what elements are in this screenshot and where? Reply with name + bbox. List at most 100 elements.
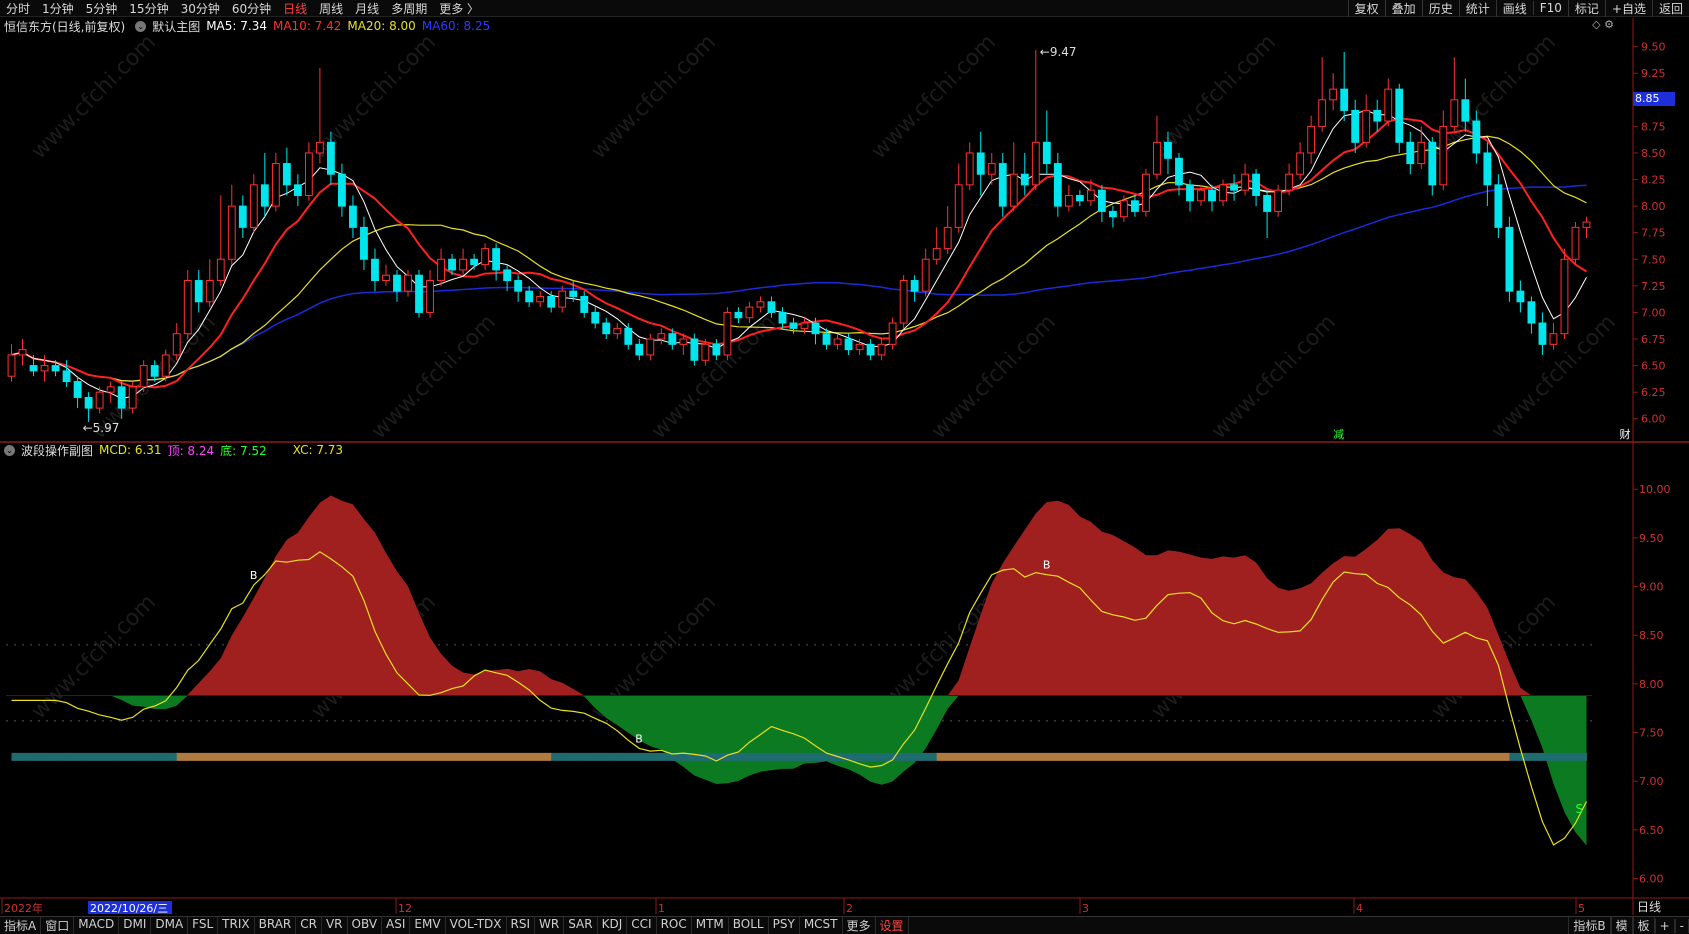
trend-bar-segment	[639, 752, 651, 761]
candle-body	[349, 205, 357, 228]
indicator-tab-7[interactable]: BRAR	[255, 917, 297, 934]
chart-canvas[interactable]: www.cfchi.com www.cfchi.com www.cfchi.com w…	[0, 0, 1689, 933]
right-tab-1[interactable]: 模	[1610, 917, 1633, 934]
candle-body	[1274, 189, 1283, 212]
axis-tick-label: 9.50	[1641, 41, 1666, 54]
right-tab-0[interactable]: 指标B	[1568, 917, 1611, 934]
axis-tick-label: 7.50	[1639, 727, 1664, 740]
indicator-tab-9[interactable]: VR	[322, 917, 348, 934]
indicator-tab-11[interactable]: ASI	[382, 917, 411, 934]
candle-body	[315, 141, 324, 154]
axis-tick-label: 7.00	[1639, 775, 1664, 788]
trend-bar-segment	[1212, 752, 1224, 761]
right-tab-2[interactable]: 板	[1632, 917, 1655, 934]
candle-body	[84, 396, 93, 409]
indicator-tab-13[interactable]: VOL-TDX	[446, 917, 507, 934]
candle-body	[976, 152, 985, 175]
candle-body	[1571, 226, 1580, 260]
trend-bar-segment	[1399, 752, 1411, 761]
indicator-tab-15[interactable]: WR	[535, 917, 565, 934]
indicator-tab-5[interactable]: FSL	[188, 917, 219, 934]
indicator-tab-2[interactable]: MACD	[74, 917, 120, 934]
indicator-tab-22[interactable]: PSY	[769, 917, 800, 934]
candle-body	[238, 205, 247, 228]
candle-body	[1175, 157, 1183, 186]
candle-body	[723, 311, 732, 356]
trend-bar-segment	[1002, 752, 1015, 761]
right-tab-4[interactable]: -	[1674, 918, 1689, 933]
trend-bar-segment	[1575, 752, 1587, 761]
indicator-tab-23[interactable]: MCST	[800, 917, 843, 934]
trend-bar-segment	[1388, 752, 1400, 761]
trend-bar-segment	[374, 752, 387, 761]
indicator-tab-14[interactable]: RSI	[507, 917, 536, 934]
candle-body	[767, 301, 776, 313]
axis-tick-label: 8.00	[1639, 678, 1664, 691]
indicator-tab-24[interactable]: 更多	[843, 917, 876, 934]
candle-body	[1329, 88, 1338, 101]
indicator-tab-4[interactable]: DMA	[151, 917, 189, 934]
watermark: www.cfchi.com	[587, 30, 721, 164]
candle-body	[1461, 99, 1470, 122]
candle-body	[525, 290, 534, 303]
indicator-tab-19[interactable]: ROC	[657, 917, 692, 934]
trend-bar-segment	[220, 752, 233, 761]
trend-bar-segment	[231, 752, 244, 761]
axis-tick-label: 6.00	[1641, 413, 1666, 426]
candle-body	[216, 258, 225, 282]
candle-body	[910, 280, 919, 292]
candle-body	[547, 295, 556, 308]
candle-body	[1483, 152, 1492, 186]
candle-body	[1417, 141, 1426, 165]
indicator-tab-16[interactable]: SAR	[564, 917, 598, 934]
sub-chart	[6, 495, 1592, 846]
candle-body	[1307, 125, 1316, 154]
trend-bar-segment	[1344, 752, 1356, 761]
candle-body	[866, 343, 875, 356]
candle-body	[921, 258, 930, 292]
axis-tick-label: 6.50	[1639, 824, 1664, 837]
trend-bar-segment	[1289, 752, 1301, 761]
candle-body	[1197, 189, 1205, 202]
candle-body	[778, 311, 787, 324]
indicator-tab-1[interactable]: 窗口	[41, 917, 75, 934]
indicator-tab-6[interactable]: TRIX	[218, 917, 255, 934]
indicator-tab-3[interactable]: DMI	[119, 917, 152, 934]
candle-body	[800, 322, 809, 329]
indicator-tab-8[interactable]: CR	[296, 917, 322, 934]
trend-bar-segment	[264, 752, 277, 761]
price-axis: 9.50 9.25 9.00 8.75 8.50 8.25 8.00 7.75 7.50 7.25…	[1, 41, 1671, 915]
right-tab-3[interactable]: +	[1654, 918, 1675, 933]
trend-bar-segment	[1256, 752, 1268, 761]
indicator-tab-10[interactable]: OBV	[348, 917, 383, 934]
trend-bar-segment	[330, 752, 343, 761]
trend-bar-segment	[88, 752, 101, 761]
candle-body	[668, 333, 677, 345]
trend-bar-segment	[474, 752, 486, 761]
indicator-tab-21[interactable]: BOLL	[729, 917, 769, 934]
trend-bar-segment	[1454, 752, 1466, 761]
candle-body	[437, 258, 445, 282]
buy-signal: B	[1043, 559, 1051, 572]
candle-body	[404, 274, 412, 292]
indicator-tab-0[interactable]: 指标A	[0, 917, 42, 934]
axis-tick-label: 8.00	[1641, 200, 1666, 213]
trend-bar-segment	[793, 752, 806, 761]
indicator-tab-20[interactable]: MTM	[692, 917, 729, 934]
current-price-tag: 8.85	[1633, 92, 1675, 106]
trend-bar-segment	[1487, 752, 1499, 761]
indicator-tab-25[interactable]: 设置	[876, 917, 909, 934]
candle-body	[492, 248, 501, 271]
indicator-tab-12[interactable]: EMV	[410, 917, 446, 934]
candle-body	[602, 322, 611, 335]
axis-tick-label: 10.00	[1639, 483, 1671, 496]
indicator-tab-17[interactable]: KDJ	[598, 917, 628, 934]
candle-body	[1450, 99, 1459, 127]
candle-body	[326, 141, 335, 175]
candle-body	[426, 280, 434, 313]
candle-body	[1527, 301, 1536, 324]
candle-body	[756, 301, 765, 308]
trend-bar-segment	[452, 752, 464, 761]
candle-body	[1384, 88, 1393, 122]
indicator-tab-18[interactable]: CCI	[627, 917, 657, 934]
